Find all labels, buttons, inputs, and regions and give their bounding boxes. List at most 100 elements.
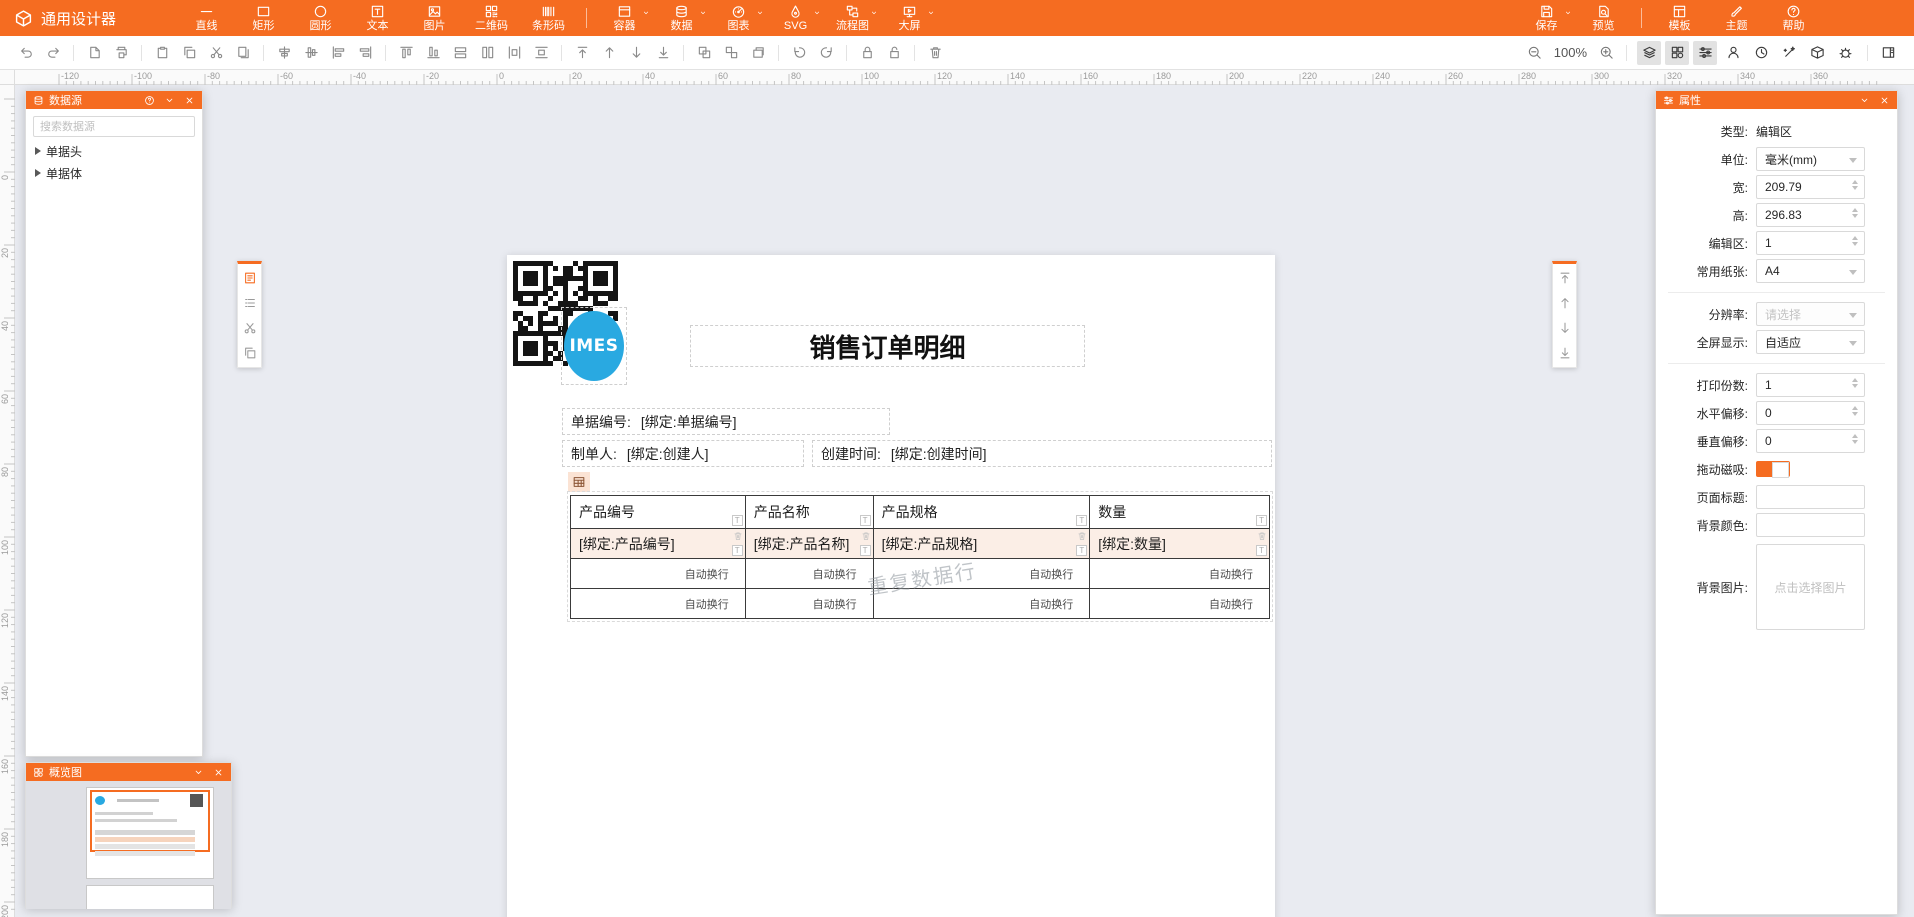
- package-button[interactable]: [1805, 41, 1829, 65]
- property-number-input[interactable]: 1: [1756, 231, 1865, 255]
- dist-h-button[interactable]: [502, 41, 526, 65]
- property-select[interactable]: 请选择: [1756, 302, 1865, 326]
- text-style-icon[interactable]: T: [1076, 515, 1087, 526]
- sliders-button[interactable]: [1693, 41, 1717, 65]
- ungroup-button[interactable]: [719, 41, 743, 65]
- delete-icon[interactable]: [861, 531, 871, 541]
- cut-button[interactable]: [241, 319, 259, 337]
- field-list-button[interactable]: [241, 294, 259, 312]
- move-top-button[interactable]: [570, 41, 594, 65]
- property-text-input[interactable]: [1756, 513, 1865, 537]
- help-icon[interactable]: [144, 95, 155, 106]
- collapse-icon[interactable]: [164, 95, 175, 106]
- newfile-button[interactable]: [82, 41, 106, 65]
- property-number-input[interactable]: 296.83: [1756, 203, 1865, 227]
- rot-l-button[interactable]: [787, 41, 811, 65]
- close-icon[interactable]: [184, 95, 195, 106]
- datasource-search-input[interactable]: [33, 116, 195, 137]
- tool-circle[interactable]: 圆形: [292, 0, 349, 36]
- autowrap-cell[interactable]: 自动换行: [746, 589, 874, 619]
- magnet-toggle[interactable]: [1756, 461, 1790, 477]
- paste-button[interactable]: [150, 41, 174, 65]
- tool-image[interactable]: 图片: [406, 0, 463, 36]
- tree-item-docbody[interactable]: 单据体: [33, 159, 195, 181]
- field-createtime[interactable]: 创建时间: [绑定:创建时间]: [812, 440, 1272, 467]
- tool-barcode[interactable]: 条形码: [520, 0, 577, 36]
- delete-icon[interactable]: [733, 531, 743, 541]
- autowrap-cell[interactable]: 自动换行: [571, 589, 746, 619]
- delete-icon[interactable]: [1257, 531, 1267, 541]
- autowrap-cell[interactable]: 自动换行: [874, 589, 1091, 619]
- tool-text[interactable]: 文本: [349, 0, 406, 36]
- table-header-cell[interactable]: 产品名称T: [746, 496, 874, 529]
- property-select[interactable]: 毫米(mm): [1756, 147, 1865, 171]
- text-style-icon[interactable]: T: [860, 515, 871, 526]
- collapse-icon[interactable]: [193, 767, 204, 778]
- align-top-button[interactable]: [394, 41, 418, 65]
- move-up-button[interactable]: [1556, 294, 1574, 312]
- align-right-button[interactable]: [353, 41, 377, 65]
- duplicate-button[interactable]: [231, 41, 255, 65]
- property-number-input[interactable]: 0: [1756, 401, 1865, 425]
- autowrap-cell[interactable]: 自动换行: [874, 559, 1091, 589]
- tool-qrcode[interactable]: 二维码: [463, 0, 520, 36]
- undo-button[interactable]: [14, 41, 38, 65]
- stepper-icon[interactable]: [1852, 180, 1858, 190]
- binding-cell[interactable]: [绑定:产品规格]T: [874, 529, 1091, 559]
- table-header-cell[interactable]: 产品编号T: [571, 496, 746, 529]
- design-canvas[interactable]: IMES 销售订单明细 单据编号: [绑定:单据编号] 制单人: [绑定:创建人…: [15, 85, 1914, 917]
- tool-flow[interactable]: 流程图: [824, 0, 881, 36]
- table-element[interactable]: 产品编号T产品名称T产品规格T数量T[绑定:产品编号]T[绑定:产品名称]T[绑…: [567, 491, 1273, 622]
- help-button[interactable]: 帮助: [1765, 0, 1822, 36]
- design-page[interactable]: IMES 销售订单明细 单据编号: [绑定:单据编号] 制单人: [绑定:创建人…: [507, 255, 1275, 917]
- property-number-input[interactable]: 1: [1756, 373, 1865, 397]
- unlock-button[interactable]: [882, 41, 906, 65]
- trash-button[interactable]: [923, 41, 947, 65]
- close-icon[interactable]: [213, 767, 224, 778]
- history-button[interactable]: [1749, 41, 1773, 65]
- move-down-button[interactable]: [1556, 319, 1574, 337]
- theme-button[interactable]: 主题: [1708, 0, 1765, 36]
- property-text-input[interactable]: [1756, 485, 1865, 509]
- group-button[interactable]: [692, 41, 716, 65]
- autowrap-cell[interactable]: 自动换行: [571, 559, 746, 589]
- binding-cell[interactable]: [绑定:产品编号]T: [571, 529, 746, 559]
- stepper-icon[interactable]: [1852, 208, 1858, 218]
- zoom-in-button[interactable]: [1594, 41, 1618, 65]
- same-width-button[interactable]: [448, 41, 472, 65]
- align-left-button[interactable]: [326, 41, 350, 65]
- property-select[interactable]: 自适应: [1756, 330, 1865, 354]
- overview-thumbnail[interactable]: [26, 781, 231, 909]
- field-docno[interactable]: 单据编号: [绑定:单据编号]: [562, 408, 890, 435]
- background-image-picker[interactable]: 点击选择图片: [1756, 544, 1865, 630]
- text-style-icon[interactable]: T: [860, 545, 871, 556]
- move-bottom-button[interactable]: [1556, 344, 1574, 362]
- panel-toggle-button[interactable]: [1876, 41, 1900, 65]
- redo-button[interactable]: [41, 41, 65, 65]
- tool-screen[interactable]: 大屏: [881, 0, 938, 36]
- autowrap-cell[interactable]: 自动换行: [1090, 559, 1270, 589]
- tool-container[interactable]: 容器: [596, 0, 653, 36]
- table-settings-button[interactable]: [568, 472, 590, 492]
- same-height-button[interactable]: [475, 41, 499, 65]
- text-style-icon[interactable]: T: [732, 545, 743, 556]
- align-h-button[interactable]: [299, 41, 323, 65]
- copy-button[interactable]: [241, 344, 259, 362]
- close-icon[interactable]: [1879, 95, 1890, 106]
- property-select[interactable]: A4: [1756, 259, 1865, 283]
- logo-element[interactable]: IMES: [561, 307, 627, 385]
- align-v-button[interactable]: [272, 41, 296, 65]
- insert-field-button[interactable]: [241, 269, 259, 287]
- autowrap-cell[interactable]: 自动换行: [1090, 589, 1270, 619]
- magic-button[interactable]: [1777, 41, 1801, 65]
- autowrap-cell[interactable]: 自动换行: [746, 559, 874, 589]
- tool-chart[interactable]: 图表: [710, 0, 767, 36]
- preview-button[interactable]: 预览: [1575, 0, 1632, 36]
- lock-button[interactable]: [855, 41, 879, 65]
- property-number-input[interactable]: 209.79: [1756, 175, 1865, 199]
- zoom-out-button[interactable]: [1523, 41, 1547, 65]
- stepper-icon[interactable]: [1852, 378, 1858, 388]
- tree-item-docheader[interactable]: 单据头: [33, 137, 195, 159]
- align-bottom-button[interactable]: [421, 41, 445, 65]
- move-top-button[interactable]: [1556, 269, 1574, 287]
